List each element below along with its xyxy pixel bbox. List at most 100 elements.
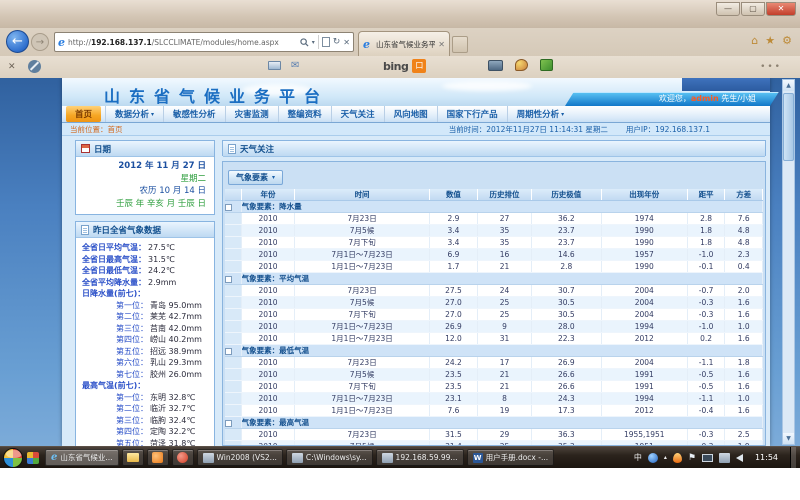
nav-tab-天气关注[interactable]: 天气关注 [331, 106, 384, 122]
table-cell: 2.0 [725, 285, 763, 297]
scroll-down-arrow-icon[interactable]: ▼ [783, 433, 794, 444]
table-cell: -0.1 [687, 261, 725, 273]
volume-icon[interactable] [736, 454, 743, 462]
red-app-icon [177, 452, 188, 463]
table-cell: -1.0 [687, 321, 725, 333]
section-checkbox[interactable] [225, 204, 232, 211]
table-cell: 17 [478, 357, 532, 369]
taskbar-window-button[interactable]: C:\Windows\sy... [286, 449, 373, 466]
section-checkbox[interactable] [225, 276, 232, 283]
address-url[interactable]: http://192.168.137.1/SLCCLIMATE/modules/… [68, 38, 300, 47]
search-icon[interactable] [300, 38, 309, 47]
window-minimize-button[interactable]: — [716, 2, 740, 16]
ie-icon: e [51, 452, 57, 463]
ranking-group-heading: 最高气温(前七)： [82, 380, 210, 392]
nav-tab-数据分析[interactable]: 数据分析▾ [105, 106, 163, 122]
table-cell: 26.6 [531, 381, 601, 393]
stop-icon[interactable]: ✕ [343, 38, 350, 47]
favorites-star-icon[interactable]: ★ [765, 34, 775, 47]
table-cell: 7月下旬 [295, 237, 429, 249]
tab-close-icon[interactable]: ✕ [438, 40, 445, 49]
weather-stat-line: 全省日平均气温：27.5℃ [82, 242, 210, 254]
row-checkbox-cell [225, 225, 241, 237]
taskbar-clock[interactable]: 11:54 [749, 453, 784, 462]
taskbar-button-label: 用户手册.docx -... [486, 452, 549, 463]
yesterday-weather-panel: 昨日全省气象数据 全省日平均气温：27.5℃全省日最高气温：31.5℃全省日最低… [75, 221, 215, 446]
search-dropdown-icon[interactable]: ▾ [312, 39, 315, 46]
row-checkbox-cell [225, 321, 241, 333]
row-checkbox-cell [225, 213, 241, 225]
window-close-button[interactable]: ✕ [766, 2, 796, 16]
start-button[interactable] [3, 448, 23, 468]
table-cell: 7月下旬 [295, 309, 429, 321]
camera-icon[interactable] [488, 60, 503, 71]
element-filter-button[interactable]: 气象要素 ▾ [228, 170, 283, 185]
address-bar[interactable]: e http://192.168.137.1/SLCCLIMATE/module… [54, 32, 354, 52]
table-cell: 1994 [601, 321, 687, 333]
toolbar-close-icon[interactable]: ✕ [8, 62, 16, 72]
search-box-icon[interactable]: 口 [412, 59, 426, 73]
tray-blue-orb-icon[interactable] [648, 453, 658, 463]
nav-tab-首页[interactable]: 首页 [66, 106, 101, 122]
addon-puzzle-icon[interactable] [540, 59, 553, 71]
quick-launch-icon[interactable] [27, 452, 39, 464]
scroll-up-arrow-icon[interactable]: ▲ [783, 80, 794, 91]
show-desktop-button[interactable] [790, 447, 796, 469]
table-cell: 1.0 [725, 321, 763, 333]
new-tab-button[interactable] [452, 36, 468, 53]
show-hidden-icons-arrow[interactable]: ▴ [664, 454, 667, 461]
browser-tab[interactable]: e 山东省气候业务平... ✕ [358, 31, 450, 56]
site-title: 山东省气候业务平台 [104, 83, 329, 107]
ranking-line: 第三位：莒南 42.0mm [82, 323, 210, 335]
table-cell: -0.3 [687, 429, 725, 441]
browser-back-button[interactable]: ← [6, 30, 29, 53]
taskbar-ie-button[interactable]: e 山东省气候业... [45, 449, 119, 466]
nav-tab-国家下行产品[interactable]: 国家下行产品 [437, 106, 507, 122]
table-cell: -1.0 [687, 249, 725, 261]
nav-tab-灾害监测[interactable]: 灾害监测 [225, 106, 278, 122]
display-icon[interactable] [702, 454, 713, 462]
table-cell: 30.5 [531, 309, 601, 321]
tools-gear-icon[interactable]: ⚙ [782, 34, 792, 47]
action-center-flag-icon[interactable]: ⚑ [688, 453, 696, 463]
table-cell: 4.8 [725, 237, 763, 249]
mail-envelope-icon[interactable]: ✉ [291, 60, 299, 71]
section-checkbox[interactable] [225, 420, 232, 427]
taskbar-explorer-button[interactable] [122, 449, 144, 466]
nav-tab-敏感性分析[interactable]: 敏感性分析 [163, 106, 225, 122]
tray-flame-icon[interactable] [673, 453, 682, 463]
taskbar-app-red-button[interactable] [172, 449, 194, 466]
nav-tab-周期性分析[interactable]: 周期性分析▾ [507, 106, 574, 122]
bank-card-icon[interactable] [268, 61, 281, 70]
table-cell: 2010 [241, 369, 295, 381]
blocked-badge-icon[interactable] [28, 60, 41, 73]
refresh-icon[interactable]: ↻ [333, 37, 341, 47]
scrollbar-thumb[interactable] [783, 93, 794, 161]
table-row: 20107月1日～7月23日26.9928.01994-1.01.0 [225, 321, 763, 333]
table-cell: 2012 [601, 333, 687, 345]
language-indicator[interactable]: 中 [634, 452, 642, 463]
window-maximize-button[interactable]: ▢ [741, 2, 765, 16]
taskbar-window-button[interactable]: Win2008 (VS2... [197, 449, 283, 466]
browser-forward-button[interactable]: → [31, 33, 49, 51]
compatibility-view-icon[interactable] [322, 37, 330, 47]
table-cell: 35 [478, 225, 532, 237]
section-checkbox[interactable] [225, 348, 232, 355]
nav-tab-风向地图[interactable]: 风向地图 [384, 106, 437, 122]
row-checkbox-cell [225, 297, 241, 309]
page-scrollbar[interactable]: ▲ ▼ [782, 79, 795, 445]
taskbar-window-button[interactable]: 192.168.59.99... [376, 449, 464, 466]
nav-tab-整编资料[interactable]: 整编资料 [278, 106, 331, 122]
palette-icon[interactable] [515, 59, 528, 71]
section-checkbox-cell [225, 345, 241, 357]
taskbar-window-button[interactable]: W用户手册.docx -... [467, 449, 555, 466]
network-icon[interactable] [719, 453, 730, 463]
search-logo[interactable]: bing 口 [383, 59, 426, 73]
table-cell: -0.3 [687, 297, 725, 309]
table-cell: 9 [478, 321, 532, 333]
home-icon[interactable]: ⌂ [751, 34, 758, 47]
more-options-icon[interactable]: ••• [760, 62, 782, 72]
table-cell: 7月5候 [295, 225, 429, 237]
table-cell: -0.5 [687, 369, 725, 381]
taskbar-app-orange-button[interactable] [147, 449, 169, 466]
